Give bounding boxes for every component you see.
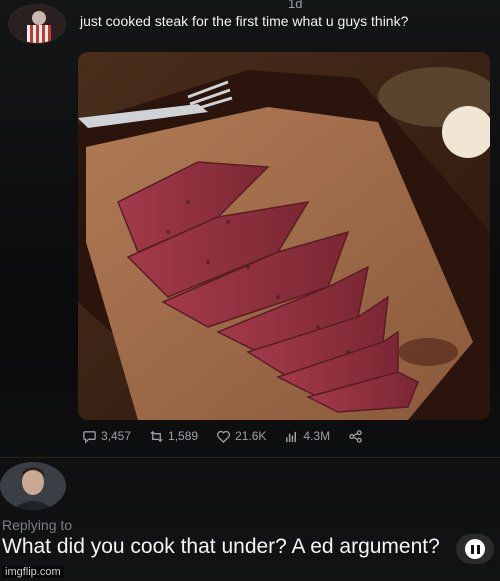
- screenshot-frame: 1d just cooked steak for the first time …: [0, 0, 500, 581]
- poster-avatar[interactable]: [8, 4, 66, 44]
- steak-photo: [78, 52, 490, 420]
- reply-action[interactable]: 3,457: [82, 429, 131, 444]
- heart-icon: [217, 430, 231, 443]
- like-count: 21.6K: [235, 429, 267, 443]
- post-photo[interactable]: [78, 52, 490, 420]
- views-action[interactable]: 4.3M: [284, 429, 330, 444]
- repost-count: 1,589: [168, 429, 199, 443]
- reply-count: 3,457: [101, 429, 132, 443]
- share-action[interactable]: [348, 429, 363, 444]
- like-action[interactable]: 21.6K: [216, 429, 266, 444]
- pause-bar-left: [470, 544, 474, 554]
- replier-avatar-image: [0, 462, 66, 510]
- views-icon: [286, 431, 297, 442]
- post-timestamp: 1d: [288, 0, 303, 11]
- imgflip-watermark: imgflip.com: [2, 566, 64, 578]
- replier-avatar[interactable]: [0, 462, 66, 510]
- poster-avatar-image: [9, 5, 65, 43]
- repost-action[interactable]: 1,589: [149, 429, 198, 444]
- post-actions: 3,457 1,589 21.6K 4.3M: [82, 426, 363, 446]
- post-text: just cooked steak for the first time wha…: [80, 13, 409, 29]
- pause-bar-right: [476, 544, 480, 554]
- pause-icon: [465, 539, 485, 559]
- reply-icon: [83, 430, 96, 444]
- view-count: 4.3M: [303, 429, 331, 443]
- replying-to-label: Replying to: [2, 517, 73, 533]
- reply-text: What did you cook that under? A ed argum…: [2, 535, 440, 558]
- repost-icon: [150, 430, 163, 442]
- section-divider: [0, 457, 500, 458]
- pause-button[interactable]: [456, 534, 494, 564]
- share-icon: [349, 429, 362, 443]
